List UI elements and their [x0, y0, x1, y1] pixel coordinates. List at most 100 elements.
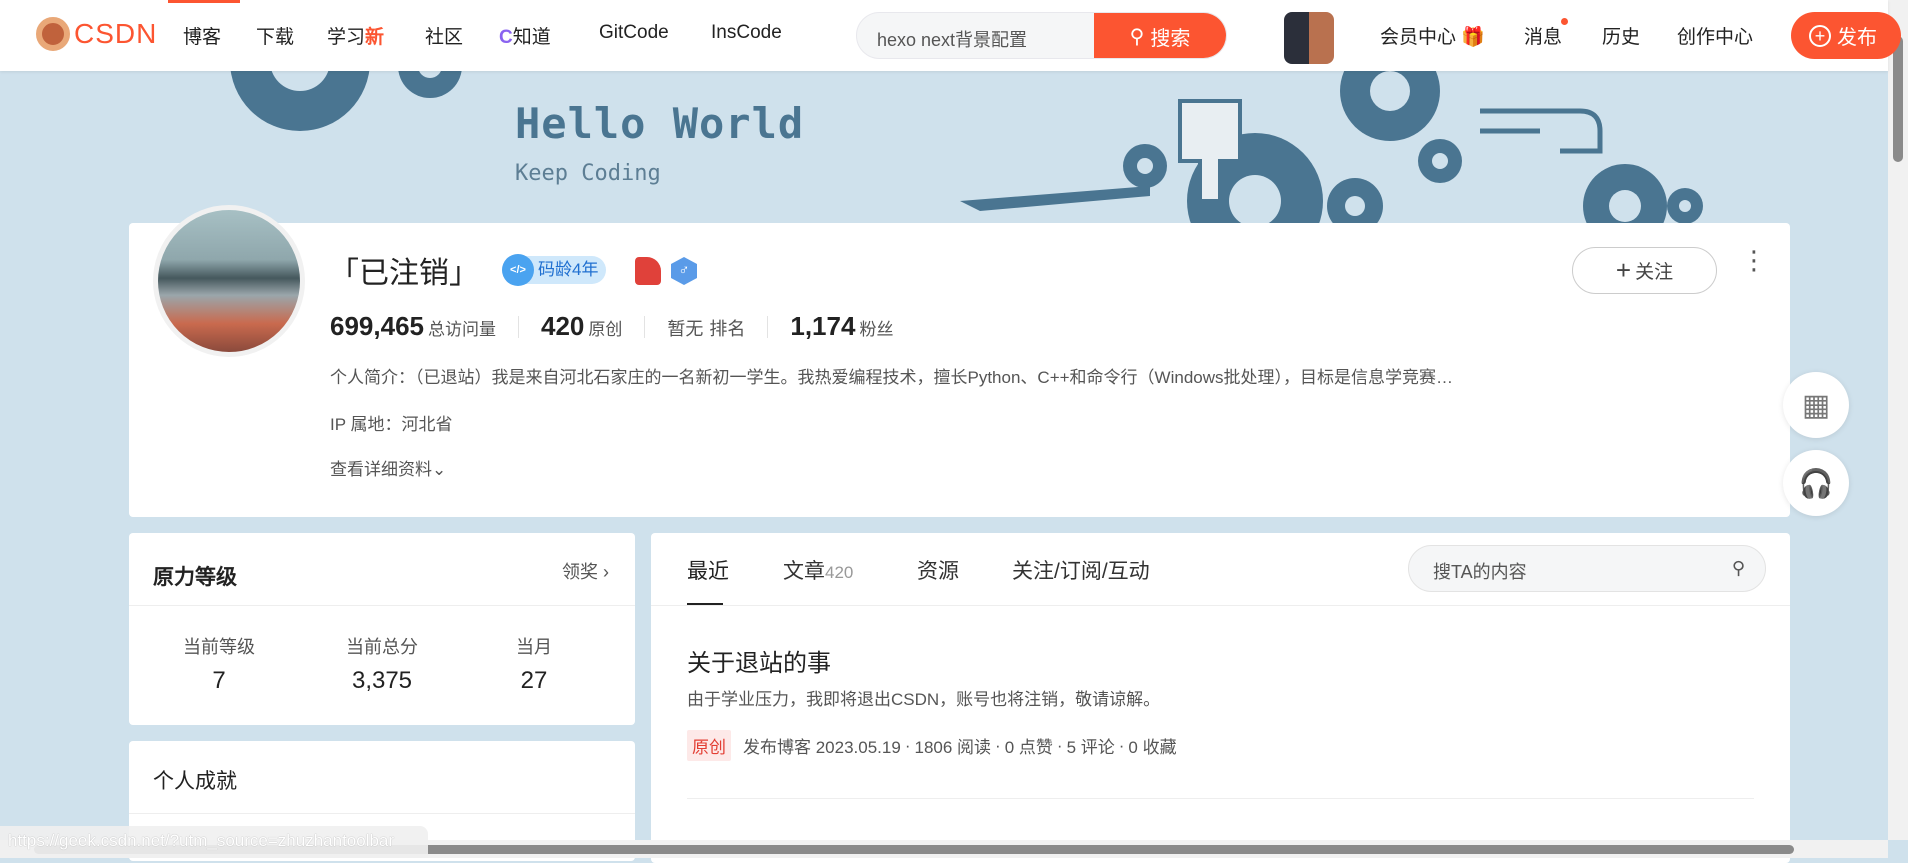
csdn-logo[interactable]: CSDN — [36, 17, 157, 51]
profile-avatar[interactable] — [153, 205, 305, 357]
dot-separator: · — [1056, 735, 1063, 755]
plus-circle-icon: + — [1809, 24, 1831, 47]
comment-count: 5 评论 — [1066, 738, 1115, 757]
article-title[interactable]: 关于退站的事 — [687, 643, 831, 678]
publish-label: 发布 — [1837, 27, 1877, 49]
messages-label: 消息 — [1524, 27, 1563, 48]
divider — [767, 315, 769, 338]
month-label: 当月 — [516, 637, 552, 657]
dot-separator: · — [995, 735, 1001, 755]
profile-bio: 个人简介：（已退站）我是来自河北石家庄的一名新初一学生。我热爱编程技术，擅长Py… — [330, 368, 1454, 387]
top-nav: CSDN 博客 下载 学习新 社区 C知道 GitCode InsCode he… — [0, 0, 1901, 71]
code-age-label: 码龄4年 — [538, 260, 599, 279]
original-tag: 原创 — [687, 730, 731, 761]
divider — [651, 605, 1790, 606]
view-details-link[interactable]: 查看详细资料⌄ — [330, 455, 446, 480]
rank-label: 排名 — [709, 319, 746, 339]
view-details-label: 查看详细资料 — [330, 460, 432, 479]
qrcode-icon: ▦ — [1801, 388, 1831, 422]
divider — [129, 813, 635, 814]
blog-expert-icon — [635, 257, 661, 285]
search-box: hexo next背景配置 ⚲ 搜索 — [856, 12, 1227, 59]
search-button-label: 搜索 — [1150, 28, 1191, 50]
like-count: 0 点赞 — [1004, 738, 1053, 757]
banner-subtitle: Keep Coding — [515, 161, 661, 186]
nav-inscode[interactable]: InsCode — [711, 22, 782, 44]
article-description: 由于学业压力，我即将退出CSDN，账号也将注销，敬请谅解。 — [687, 690, 1161, 709]
logo-text: CSDN — [74, 18, 158, 49]
monkey-logo-icon — [36, 17, 70, 51]
nav-download[interactable]: 下载 — [256, 22, 294, 49]
unread-dot-icon — [1561, 18, 1569, 25]
gear-decoration-icon — [230, 71, 1703, 231]
nav-messages[interactable]: 消息 — [1524, 18, 1569, 49]
tab-articles-label: 文章 — [783, 560, 825, 583]
chevron-right-icon: › — [603, 562, 609, 582]
level-value: 7 — [212, 667, 226, 694]
divider — [129, 605, 635, 606]
zhidao-icon: C — [499, 27, 513, 48]
customer-service-button[interactable]: 🎧 — [1783, 450, 1849, 516]
claim-reward-label: 领奖 — [561, 562, 598, 582]
nav-learn[interactable]: 学习新 — [327, 22, 384, 49]
profile-name: 「已注销」 — [329, 257, 479, 290]
search-input[interactable]: hexo next背景配置 — [877, 26, 1027, 52]
divider — [644, 315, 646, 338]
nav-zhidao[interactable]: C知道 — [499, 22, 551, 49]
more-options-icon[interactable]: ⋮ — [1741, 247, 1767, 273]
nav-zhidao-label: 知道 — [512, 27, 551, 48]
vertical-scrollbar[interactable] — [1888, 0, 1908, 840]
score-label: 当前总分 — [346, 637, 418, 657]
nav-creator-center[interactable]: 创作中心 — [1677, 22, 1753, 49]
visits-value: 699,465 — [330, 311, 424, 341]
search-icon: ⚲ — [1129, 26, 1145, 48]
tab-resources[interactable]: 资源 — [917, 555, 959, 585]
fans-label: 粉丝 — [859, 320, 894, 339]
tab-recent[interactable]: 最近 — [687, 555, 729, 585]
divider — [517, 315, 519, 338]
achievements-title: 个人成就 — [153, 770, 237, 793]
read-count: 1806 阅读 — [914, 738, 992, 757]
nav-blog[interactable]: 博客 — [183, 22, 221, 49]
force-level-card: 原力等级 领奖 › 当前等级 7 当前总分 3,375 当月 27 — [129, 533, 635, 725]
current-score: 当前总分 3,375 — [317, 633, 447, 695]
chevron-down-icon: ⌄ — [432, 460, 447, 479]
profile-stats: 699,465 总访问量 420 原创 暂无 排名 1,174 粉丝 — [330, 311, 893, 342]
nav-community[interactable]: 社区 — [425, 22, 463, 49]
content-search-input[interactable]: 搜TA的内容 ⚲ — [1408, 545, 1766, 592]
this-month: 当月 27 — [469, 633, 599, 695]
dot-separator: · — [904, 735, 911, 755]
follow-button[interactable]: + 关注 — [1572, 247, 1717, 294]
nav-history[interactable]: 历史 — [1602, 22, 1640, 49]
gift-icon: 🎁 — [1461, 27, 1485, 48]
search-button[interactable]: ⚲ 搜索 — [1094, 13, 1226, 58]
score-value: 3,375 — [351, 667, 413, 694]
level-label: 当前等级 — [183, 637, 255, 657]
search-icon: ⚲ — [1731, 558, 1745, 578]
qrcode-button[interactable]: ▦ — [1783, 372, 1849, 438]
vip-label: 会员中心 — [1380, 27, 1457, 48]
article-meta: 原创 发布博客 2023.05.19 · 1806 阅读 · 0 点赞 · 5 评论 ·… — [687, 730, 1177, 761]
plus-icon: + — [1615, 255, 1632, 285]
scrollbar-thumb[interactable] — [1893, 36, 1903, 162]
new-badge: 新 — [365, 27, 385, 48]
current-level: 当前等级 7 — [154, 633, 284, 695]
status-bar-url: https://geek.csdn.net/?utm_source=zhuzha… — [0, 826, 428, 858]
divider — [687, 798, 1754, 799]
publish-button[interactable]: + 发布 — [1791, 12, 1901, 59]
tab-follow-subscribe[interactable]: 关注/订阅/互动 — [1012, 555, 1150, 585]
favorite-count: 0 收藏 — [1128, 738, 1177, 757]
code-age-badge: </> 码龄4年 — [502, 254, 607, 286]
nav-gitcode[interactable]: GitCode — [599, 22, 669, 44]
code-robot-icon: </> — [502, 254, 534, 286]
month-value: 27 — [520, 667, 548, 694]
follow-label: 关注 — [1635, 262, 1674, 283]
tab-articles[interactable]: 文章420 — [783, 555, 853, 585]
profile-card: 「已注销」 </> 码龄4年 ♂ 699,465 总访问量 420 原创 暂无 排名 1… — [129, 205, 1790, 517]
nav-vip-center[interactable]: 会员中心 🎁 — [1380, 22, 1485, 49]
dot-separator: · — [1118, 735, 1125, 755]
claim-reward-link[interactable]: 领奖 › — [562, 558, 609, 584]
ip-location: IP 属地：河北省 — [330, 415, 453, 434]
user-avatar[interactable] — [1284, 12, 1334, 64]
nav-learn-label: 学习 — [327, 27, 366, 48]
